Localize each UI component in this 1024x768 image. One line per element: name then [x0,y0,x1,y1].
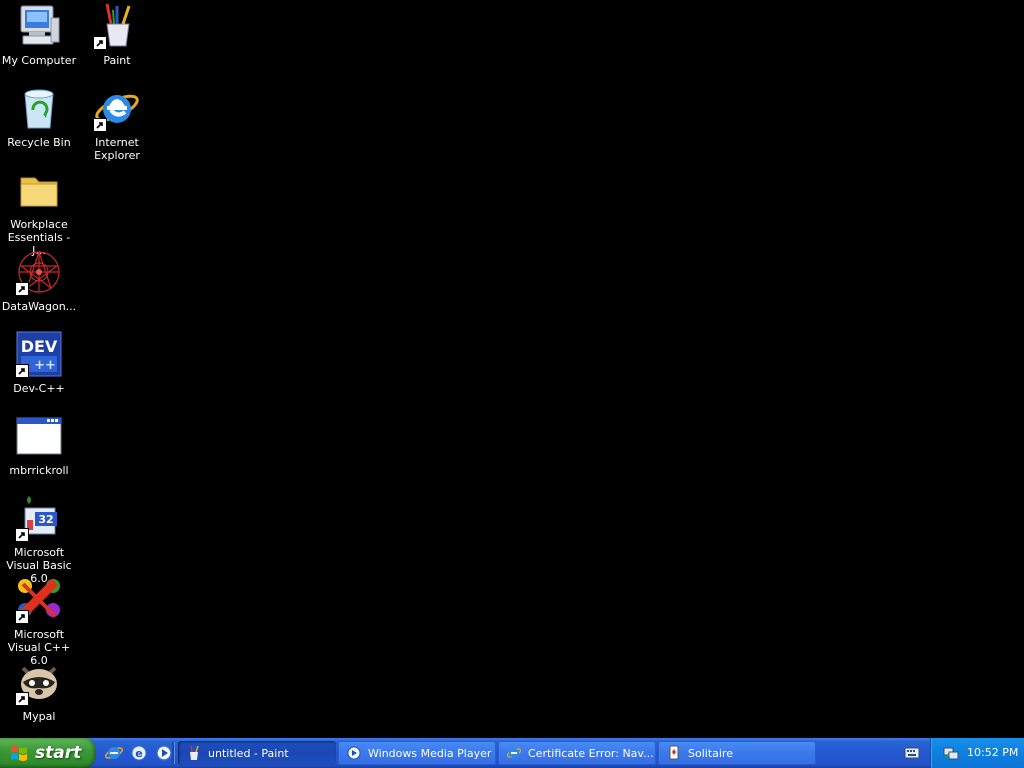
desktop-icon-label: Mypal [22,710,56,723]
task-label: Certificate Error: Nav... [528,746,654,760]
desktop-icon-label: Recycle Bin [7,136,71,149]
shortcut-arrow-icon [93,118,107,132]
my-computer-icon [15,2,63,50]
task-label: untitled - Paint [208,746,289,760]
shortcut-arrow-icon [93,36,107,50]
desktop-icon-workplace-essentials[interactable]: Workplace Essentials - J... [0,164,78,257]
desktop-icon-paint[interactable]: Paint [78,0,156,67]
svg-text:++: ++ [34,358,56,373]
solitaire-icon [666,745,682,761]
desktop-icon-mbrrickroll[interactable]: mbrrickroll [0,410,78,477]
desktop-icon-label: mbrrickroll [9,464,69,477]
shortcut-arrow-icon [15,364,29,378]
shortcut-arrow-icon [15,692,29,706]
recycle-bin-icon [15,84,63,132]
svg-text:e: e [135,747,142,760]
internet-explorer-icon [506,745,522,761]
keyboard-icon[interactable] [904,746,920,760]
desktop-icon-dev-cpp[interactable]: DEV ++ Dev-C++ [0,328,78,395]
taskbar-separator [172,742,175,764]
desktop-icon-datawagon[interactable]: DataWagon... [0,246,78,313]
desktop-icon-label: Internet Explorer [94,136,140,162]
desktop-icon-internet-explorer[interactable]: Internet Explorer [78,82,156,162]
desktop-icon-my-computer[interactable]: My Computer [0,0,78,67]
dev-cpp-icon: DEV ++ [15,330,63,378]
visual-basic-icon: 32 [15,494,63,542]
desktop[interactable]: My Computer Recycle Bin Workplace Essent… [0,0,1024,738]
desktop-icon-label: DataWagon... [1,300,77,313]
raccoon-icon [15,658,63,706]
quick-launch: e [104,743,174,763]
network-icon[interactable] [943,745,959,761]
visual-cpp-icon [15,576,63,624]
paint-icon [93,2,141,50]
task-button-certificate-error[interactable]: Certificate Error: Nav... [498,741,656,765]
shortcut-arrow-icon [15,528,29,542]
desktop-icon-recycle-bin[interactable]: Recycle Bin [0,82,78,149]
start-label: start [35,743,82,763]
task-label: Solitaire [688,746,733,760]
desktop-icon-visual-basic[interactable]: 32 Microsoft Visual Basic 6.0 [0,492,78,585]
system-tray: 10:52 PM [930,738,1024,768]
desktop-icon-mypal[interactable]: Mypal [0,656,78,723]
task-label: Windows Media Player [368,746,492,760]
application-window-icon [15,412,63,460]
taskbar: start e untitled - Paint Windows Media P… [0,738,1024,768]
desktop-icon-label: Paint [103,54,131,67]
task-button-solitaire[interactable]: Solitaire [658,741,816,765]
task-button-media-player[interactable]: Windows Media Player [338,741,496,765]
paint-icon [186,745,202,761]
svg-text:32: 32 [38,513,53,526]
internet-explorer-icon[interactable] [104,743,124,763]
media-player-icon[interactable] [154,743,174,763]
desktop-icon-label: My Computer [1,54,77,67]
media-player-icon [346,745,362,761]
ie-icon[interactable]: e [129,743,149,763]
windows-flag-icon [11,746,27,761]
clock[interactable]: 10:52 PM [967,746,1018,759]
folder-icon [15,166,63,214]
svg-text:DEV: DEV [21,337,58,356]
datawagon-icon [15,248,63,296]
task-button-paint[interactable]: untitled - Paint [178,741,336,765]
internet-explorer-icon [93,84,141,132]
shortcut-arrow-icon [15,610,29,624]
desktop-icon-label: Dev-C++ [13,382,65,395]
shortcut-arrow-icon [15,282,29,296]
start-button[interactable]: start [0,738,96,768]
desktop-icon-visual-cpp[interactable]: Microsoft Visual C++ 6.0 [0,574,78,667]
